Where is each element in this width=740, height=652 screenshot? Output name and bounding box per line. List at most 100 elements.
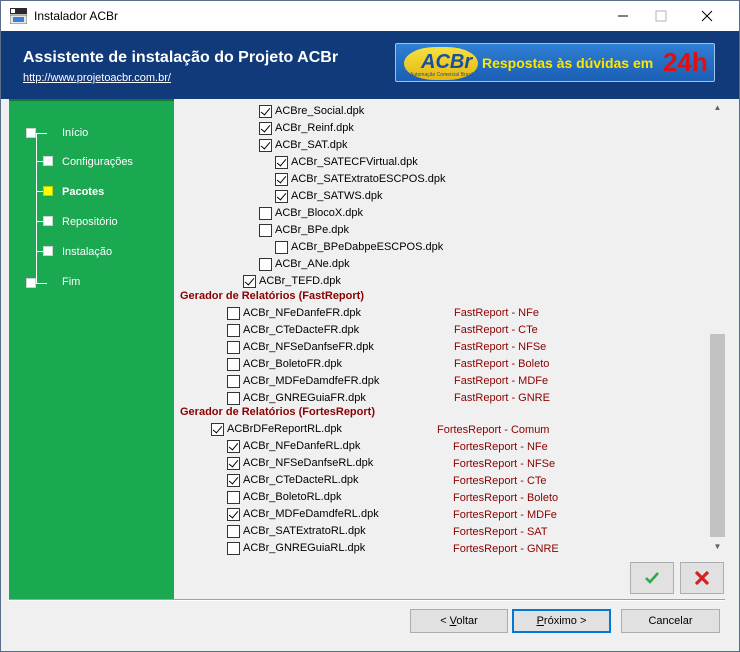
package-description: FortesReport - MDFe bbox=[453, 509, 557, 521]
package-checkbox[interactable] bbox=[259, 257, 272, 271]
package-item[interactable]: ACBr_SATECFVirtual.dpk bbox=[275, 154, 418, 170]
package-item[interactable]: ACBr_SATWS.dpk bbox=[275, 188, 383, 204]
step-marker bbox=[43, 156, 53, 166]
package-description: FastReport - NFe bbox=[454, 307, 539, 319]
project-link[interactable]: http://www.projetoacbr.com.br/ bbox=[23, 72, 171, 84]
package-description: FortesReport - NFSe bbox=[453, 458, 556, 470]
package-description: FortesReport - Comum bbox=[437, 424, 550, 436]
package-description: FastReport - Boleto bbox=[454, 358, 550, 370]
package-item[interactable]: ACBr_TEFD.dpk bbox=[243, 273, 341, 289]
package-checkbox[interactable] bbox=[211, 422, 224, 436]
package-checkbox[interactable] bbox=[227, 541, 240, 555]
package-checkbox[interactable] bbox=[227, 507, 240, 521]
window-title: Instalador ACBr bbox=[34, 9, 119, 23]
back-button-label: oltar bbox=[456, 615, 478, 627]
package-item[interactable]: ACBr_CTeDacteFR.dpk bbox=[227, 322, 359, 338]
chevron-down-icon[interactable]: ▼ bbox=[709, 538, 726, 555]
package-item[interactable]: ACBr_NFSeDanfseRL.dpk bbox=[227, 455, 373, 471]
package-item[interactable]: ACBr_MDFeDamdfeRL.dpk bbox=[227, 506, 379, 522]
package-description: FortesReport - CTe bbox=[453, 475, 547, 487]
package-checkbox[interactable] bbox=[227, 306, 240, 320]
maximize-icon[interactable] bbox=[638, 1, 684, 31]
package-item[interactable]: ACBr_BoletoFR.dpk bbox=[227, 356, 342, 372]
package-item[interactable]: ACBr_SATExtratoESCPOS.dpk bbox=[275, 171, 445, 187]
package-checkbox[interactable] bbox=[227, 391, 240, 405]
package-name: ACBr_MDFeDamdfeRL.dpk bbox=[243, 508, 379, 520]
package-checkbox[interactable] bbox=[227, 357, 240, 371]
group-heading-fastreport: Gerador de Relatórios (FastReport) bbox=[180, 290, 364, 302]
steps-tree-line bbox=[36, 133, 37, 283]
package-checkbox[interactable] bbox=[243, 274, 256, 288]
package-item[interactable]: ACBr_ANe.dpk bbox=[259, 256, 350, 272]
package-item[interactable]: ACBr_GNREGuiaFR.dpk bbox=[227, 390, 366, 406]
scrollbar-thumb[interactable] bbox=[710, 334, 725, 537]
package-description: FastReport - MDFe bbox=[454, 375, 549, 387]
package-description: FastReport - GNRE bbox=[454, 392, 550, 404]
package-item[interactable]: ACBr_SATExtratoRL.dpk bbox=[227, 523, 366, 539]
step-marker bbox=[43, 216, 53, 226]
package-checkbox[interactable] bbox=[227, 473, 240, 487]
package-name: ACBr_NFeDanfeRL.dpk bbox=[243, 440, 361, 452]
package-name: ACBr_ANe.dpk bbox=[275, 258, 350, 270]
close-icon[interactable] bbox=[684, 1, 730, 31]
title-bar[interactable]: Instalador ACBr bbox=[1, 1, 739, 31]
check-icon bbox=[645, 572, 659, 584]
package-name: ACBr_SAT.dpk bbox=[275, 139, 348, 151]
acbr-logo-text: ACBr bbox=[421, 51, 473, 73]
package-checkbox[interactable] bbox=[259, 104, 272, 118]
package-name: ACBr_Reinf.dpk bbox=[275, 122, 354, 134]
package-checkbox[interactable] bbox=[259, 206, 272, 220]
step-configuracoes: Configurações bbox=[62, 156, 133, 168]
package-checkbox[interactable] bbox=[227, 374, 240, 388]
package-checkbox[interactable] bbox=[227, 456, 240, 470]
support-banner[interactable]: ACBr Automação Comercial Brasil Resposta… bbox=[395, 43, 715, 82]
package-checkbox[interactable] bbox=[275, 172, 288, 186]
package-item[interactable]: ACBr_BPeDabpeESCPOS.dpk bbox=[275, 239, 443, 255]
package-name: ACBr_SATExtratoESCPOS.dpk bbox=[291, 173, 446, 185]
package-description: FortesReport - NFe bbox=[453, 441, 548, 453]
package-item[interactable]: ACBr_NFSeDanfseFR.dpk bbox=[227, 339, 374, 355]
package-checkbox[interactable] bbox=[275, 155, 288, 169]
package-checkbox[interactable] bbox=[259, 121, 272, 135]
package-checkbox[interactable] bbox=[259, 138, 272, 152]
package-item[interactable]: ACBr_NFeDanfeRL.dpk bbox=[227, 438, 360, 454]
package-item[interactable]: ACBr_NFeDanfeFR.dpk bbox=[227, 305, 361, 321]
package-checkbox[interactable] bbox=[227, 323, 240, 337]
package-item[interactable]: ACBrDFeReportRL.dpk bbox=[211, 421, 342, 437]
package-name: ACBr_SATWS.dpk bbox=[291, 190, 383, 202]
package-checkbox[interactable] bbox=[227, 524, 240, 538]
cancel-button[interactable]: Cancelar bbox=[621, 609, 720, 633]
package-item[interactable]: ACBr_SAT.dpk bbox=[259, 137, 348, 153]
package-checkbox[interactable] bbox=[259, 223, 272, 237]
vertical-scrollbar[interactable]: ▲ ▼ bbox=[709, 99, 726, 555]
package-item[interactable]: ACBr_BPe.dpk bbox=[259, 222, 349, 238]
step-marker bbox=[43, 246, 53, 256]
package-item[interactable]: ACBr_MDFeDamdfeFR.dpk bbox=[227, 373, 379, 389]
package-checkbox[interactable] bbox=[275, 189, 288, 203]
package-item[interactable]: ACBr_BlocoX.dpk bbox=[259, 205, 363, 221]
package-item[interactable]: ACBr_BoletoRL.dpk bbox=[227, 489, 341, 505]
package-name: ACBr_NFSeDanfseRL.dpk bbox=[243, 457, 374, 469]
package-item[interactable]: ACBr_Reinf.dpk bbox=[259, 120, 354, 136]
package-name: ACBr_MDFeDamdfeFR.dpk bbox=[243, 375, 380, 387]
banner-24h: 24h bbox=[663, 47, 708, 77]
package-checkbox[interactable] bbox=[227, 340, 240, 354]
package-checkbox[interactable] bbox=[275, 240, 288, 254]
package-item[interactable]: ACBr_CTeDacteRL.dpk bbox=[227, 472, 359, 488]
package-name: ACBr_CTeDacteFR.dpk bbox=[243, 324, 360, 336]
package-checkbox[interactable] bbox=[227, 490, 240, 504]
package-item[interactable]: ACBr_GNREGuiaRL.dpk bbox=[227, 540, 365, 555]
package-name: ACBr_GNREGuiaRL.dpk bbox=[243, 542, 366, 554]
next-button-label: róximo > bbox=[543, 615, 587, 627]
chevron-up-icon[interactable]: ▲ bbox=[709, 99, 726, 116]
next-button[interactable]: Próximo > bbox=[512, 609, 611, 633]
package-item[interactable]: ACBre_Social.dpk bbox=[259, 103, 364, 119]
confirm-button[interactable] bbox=[630, 562, 674, 594]
steps-panel: Início Configurações Pacotes Repositório… bbox=[9, 99, 174, 599]
back-button[interactable]: < Voltar bbox=[410, 609, 508, 633]
package-name: ACBr_NFeDanfeFR.dpk bbox=[243, 307, 361, 319]
package-checkbox[interactable] bbox=[227, 439, 240, 453]
package-name: ACBrDFeReportRL.dpk bbox=[227, 423, 342, 435]
abort-button[interactable] bbox=[680, 562, 724, 594]
package-name: ACBr_GNREGuiaFR.dpk bbox=[243, 392, 366, 404]
